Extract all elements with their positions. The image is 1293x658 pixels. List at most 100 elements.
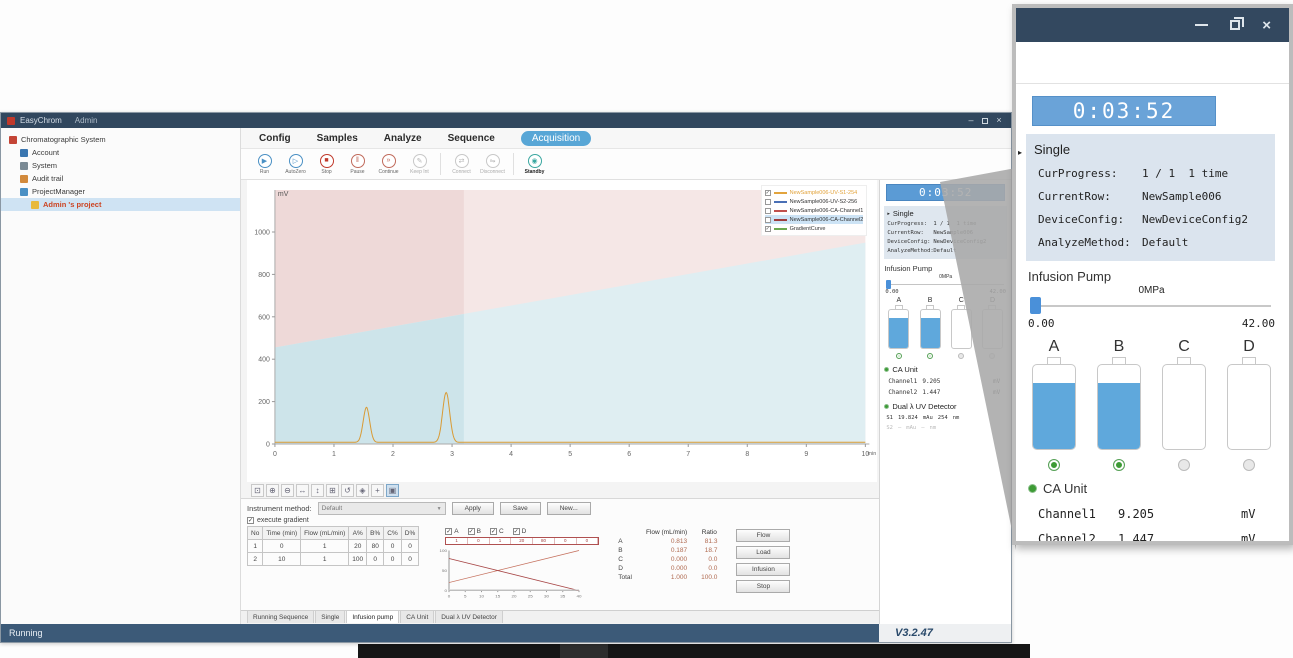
single-title-text: Single xyxy=(1034,142,1267,157)
standby-button[interactable]: ◉Standby xyxy=(519,154,550,175)
legend-entry[interactable]: NewSample006-CA-Channel2 xyxy=(765,215,864,224)
stop-button[interactable]: Stop xyxy=(736,580,790,593)
run-button[interactable]: ▶Run xyxy=(249,154,280,175)
slider-handle[interactable] xyxy=(1030,297,1041,314)
menu-analyze[interactable]: Analyze xyxy=(384,133,422,144)
menu-config[interactable]: Config xyxy=(259,133,291,144)
tab-infusion-pump[interactable]: Infusion pump xyxy=(346,611,399,623)
apply-button[interactable]: Apply xyxy=(452,502,494,515)
zoom-out-icon[interactable]: ⊖ xyxy=(281,484,294,497)
stop-button[interactable]: ■Stop xyxy=(311,154,342,175)
legend-entry[interactable]: ✓GradientCurve xyxy=(765,224,864,233)
legend-checkbox[interactable] xyxy=(765,208,771,214)
save-button[interactable]: Save xyxy=(500,502,541,515)
gradient-selected-row-strip[interactable]: 101208000 xyxy=(445,537,599,545)
legend-checkbox[interactable]: ✓ xyxy=(765,226,771,232)
table-row[interactable]: 101208000 xyxy=(248,540,419,553)
legend-line-sample xyxy=(774,192,787,194)
pump-section-large: Infusion Pump 0MPa 0.00 42.00 ABCD xyxy=(1028,269,1275,471)
channel-checkbox-d[interactable]: ✓D xyxy=(513,528,527,535)
execute-gradient-checkbox[interactable]: ✓ xyxy=(247,517,254,524)
expander-icon[interactable]: ▸ xyxy=(887,211,890,217)
undo-zoom-icon[interactable]: ↺ xyxy=(341,484,354,497)
close-icon[interactable]: × xyxy=(1262,18,1271,33)
flow-table-header xyxy=(611,528,639,537)
channel-checkbox-c[interactable]: ✓C xyxy=(490,528,504,535)
fit-icon[interactable]: ⊡ xyxy=(251,484,264,497)
bottle-radio[interactable] xyxy=(1178,459,1190,471)
infusion-button[interactable]: Infusion xyxy=(736,563,790,576)
bottle-radio[interactable] xyxy=(896,353,902,359)
pause-button[interactable]: ‖Pause xyxy=(342,154,373,175)
minimize-icon[interactable] xyxy=(1195,24,1208,26)
load-button[interactable]: Load xyxy=(736,546,790,559)
sidebar-item-project-manager[interactable]: ProjectManager xyxy=(1,185,240,198)
sidebar-item-audit-trail[interactable]: Audit trail xyxy=(1,172,240,185)
svg-text:2: 2 xyxy=(391,451,395,458)
svg-text:40: 40 xyxy=(577,594,583,598)
restore-icon[interactable] xyxy=(1230,20,1240,30)
new-button[interactable]: New... xyxy=(547,502,591,515)
expander-icon[interactable]: ▸ xyxy=(1018,148,1022,157)
pan-icon[interactable]: ◈ xyxy=(356,484,369,497)
flow-value: 1.000 xyxy=(639,573,694,582)
restore-icon[interactable] xyxy=(982,118,988,124)
sidebar-item-admin-project[interactable]: Admin 's project xyxy=(1,198,240,211)
content-row: 02004006008001000012345678910mVmin ✓NewS… xyxy=(241,180,1011,624)
legend-label: NewSample006-CA-Channel2 xyxy=(790,217,864,223)
legend-entry[interactable]: ✓NewSample006-UV-S1-254 xyxy=(765,188,864,197)
channel-checkbox-b[interactable]: ✓B xyxy=(468,528,481,535)
channel-label: B xyxy=(477,528,481,535)
menu-samples[interactable]: Samples xyxy=(317,133,358,144)
h-zoom-icon[interactable]: ↔ xyxy=(296,484,309,497)
menu-acquisition[interactable]: Acquisition xyxy=(521,131,591,146)
bottle-body xyxy=(1162,364,1206,450)
sidebar-item-chromatographic-system[interactable]: Chromatographic System xyxy=(1,133,240,146)
toolbar-button-label: Run xyxy=(260,169,269,175)
disconnect-button[interactable]: ⇋Disconnect xyxy=(477,154,508,175)
autozero-button[interactable]: ▷AutoZero xyxy=(280,154,311,175)
legend-entry[interactable]: NewSample006-UV-S2-256 xyxy=(765,197,864,206)
box-zoom-icon[interactable]: ⊞ xyxy=(326,484,339,497)
legend-entry[interactable]: NewSample006-CA-Channel1 xyxy=(765,206,864,215)
bottle-radio[interactable] xyxy=(1048,459,1060,471)
sidebar-item-account[interactable]: Account xyxy=(1,146,240,159)
select-icon[interactable]: ▣ xyxy=(386,484,399,497)
table-row[interactable]: 2101100000 xyxy=(248,553,419,566)
uv-s1-value: 19.824 xyxy=(898,415,918,421)
flow-button[interactable]: Flow xyxy=(736,529,790,542)
connect-button[interactable]: ⇄Connect xyxy=(446,154,477,175)
bottle-radio[interactable] xyxy=(1243,459,1255,471)
v-zoom-icon[interactable]: ↕ xyxy=(311,484,324,497)
close-icon[interactable]: × xyxy=(993,116,1005,125)
zoom-in-icon[interactable]: ⊕ xyxy=(266,484,279,497)
legend-checkbox[interactable] xyxy=(765,217,771,223)
channel-checkbox-a[interactable]: ✓A xyxy=(445,528,458,535)
chromatogram-chart[interactable]: 02004006008001000012345678910mVmin ✓NewS… xyxy=(247,180,877,482)
tab-single[interactable]: Single xyxy=(315,611,345,623)
svg-text:8: 8 xyxy=(745,451,749,458)
continue-icon: » xyxy=(382,154,396,168)
legend-checkbox[interactable] xyxy=(765,199,771,205)
tab-ca-unit[interactable]: CA Unit xyxy=(400,611,434,623)
svg-text:7: 7 xyxy=(686,451,690,458)
pressure-slider[interactable] xyxy=(1030,297,1273,314)
bottle-radio[interactable] xyxy=(1113,459,1125,471)
legend-checkbox[interactable]: ✓ xyxy=(765,190,771,196)
pump-section-title: Infusion Pump xyxy=(1028,269,1275,284)
legend-line-sample xyxy=(774,228,787,230)
sidebar-item-system[interactable]: System xyxy=(1,159,240,172)
instrument-method-select[interactable]: Default ▼ xyxy=(318,502,446,515)
crosshair-icon[interactable]: + xyxy=(371,484,384,497)
tab-running-sequence[interactable]: Running Sequence xyxy=(247,611,314,623)
flow-table-header: Flow (mL/min) xyxy=(639,528,694,537)
slider-handle[interactable] xyxy=(886,280,891,289)
keep-int-button[interactable]: ✎Keep Int xyxy=(404,154,435,175)
pressure-min: 0.00 xyxy=(1028,317,1055,330)
tab-dual-uv-detector[interactable]: Dual λ UV Detector xyxy=(435,611,503,623)
flow-row-name: C xyxy=(611,555,639,564)
continue-button[interactable]: »Continue xyxy=(373,154,404,175)
menu-sequence[interactable]: Sequence xyxy=(448,133,495,144)
minimize-icon[interactable]: – xyxy=(965,116,977,125)
device-config-value: NewDeviceConfig2 xyxy=(1142,213,1248,226)
